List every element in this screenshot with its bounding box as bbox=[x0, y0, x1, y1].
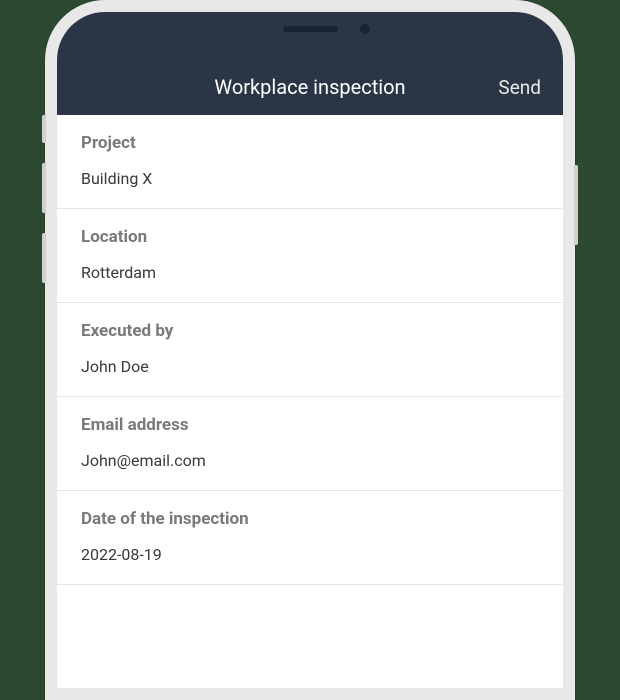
field-location[interactable]: Location Rotterdam bbox=[57, 209, 563, 303]
phone-frame: Workplace inspection Send Project Buildi… bbox=[45, 0, 575, 700]
side-buttons-left bbox=[42, 115, 46, 303]
field-label: Email address bbox=[81, 415, 539, 435]
field-label: Executed by bbox=[81, 321, 539, 341]
volume-down bbox=[42, 233, 46, 283]
field-email-address[interactable]: Email address John@email.com bbox=[57, 397, 563, 491]
power-button bbox=[574, 165, 578, 245]
field-executed-by[interactable]: Executed by John Doe bbox=[57, 303, 563, 397]
send-button[interactable]: Send bbox=[498, 76, 541, 99]
volume-up bbox=[42, 163, 46, 213]
field-value: John@email.com bbox=[81, 451, 539, 470]
side-button-right bbox=[574, 165, 578, 245]
field-value: Rotterdam bbox=[81, 263, 539, 282]
phone-screen: Workplace inspection Send Project Buildi… bbox=[57, 12, 563, 688]
field-label: Date of the inspection bbox=[81, 509, 539, 529]
mute-switch bbox=[42, 115, 46, 143]
page-title: Workplace inspection bbox=[214, 75, 405, 99]
field-inspection-date[interactable]: Date of the inspection 2022-08-19 bbox=[57, 491, 563, 585]
field-project[interactable]: Project Building X bbox=[57, 115, 563, 209]
phone-notch bbox=[195, 12, 425, 46]
field-value: John Doe bbox=[81, 357, 539, 376]
field-value: 2022-08-19 bbox=[81, 545, 539, 564]
field-label: Project bbox=[81, 133, 539, 153]
field-label: Location bbox=[81, 227, 539, 247]
field-value: Building X bbox=[81, 169, 539, 188]
form-body: Project Building X Location Rotterdam Ex… bbox=[57, 115, 563, 585]
